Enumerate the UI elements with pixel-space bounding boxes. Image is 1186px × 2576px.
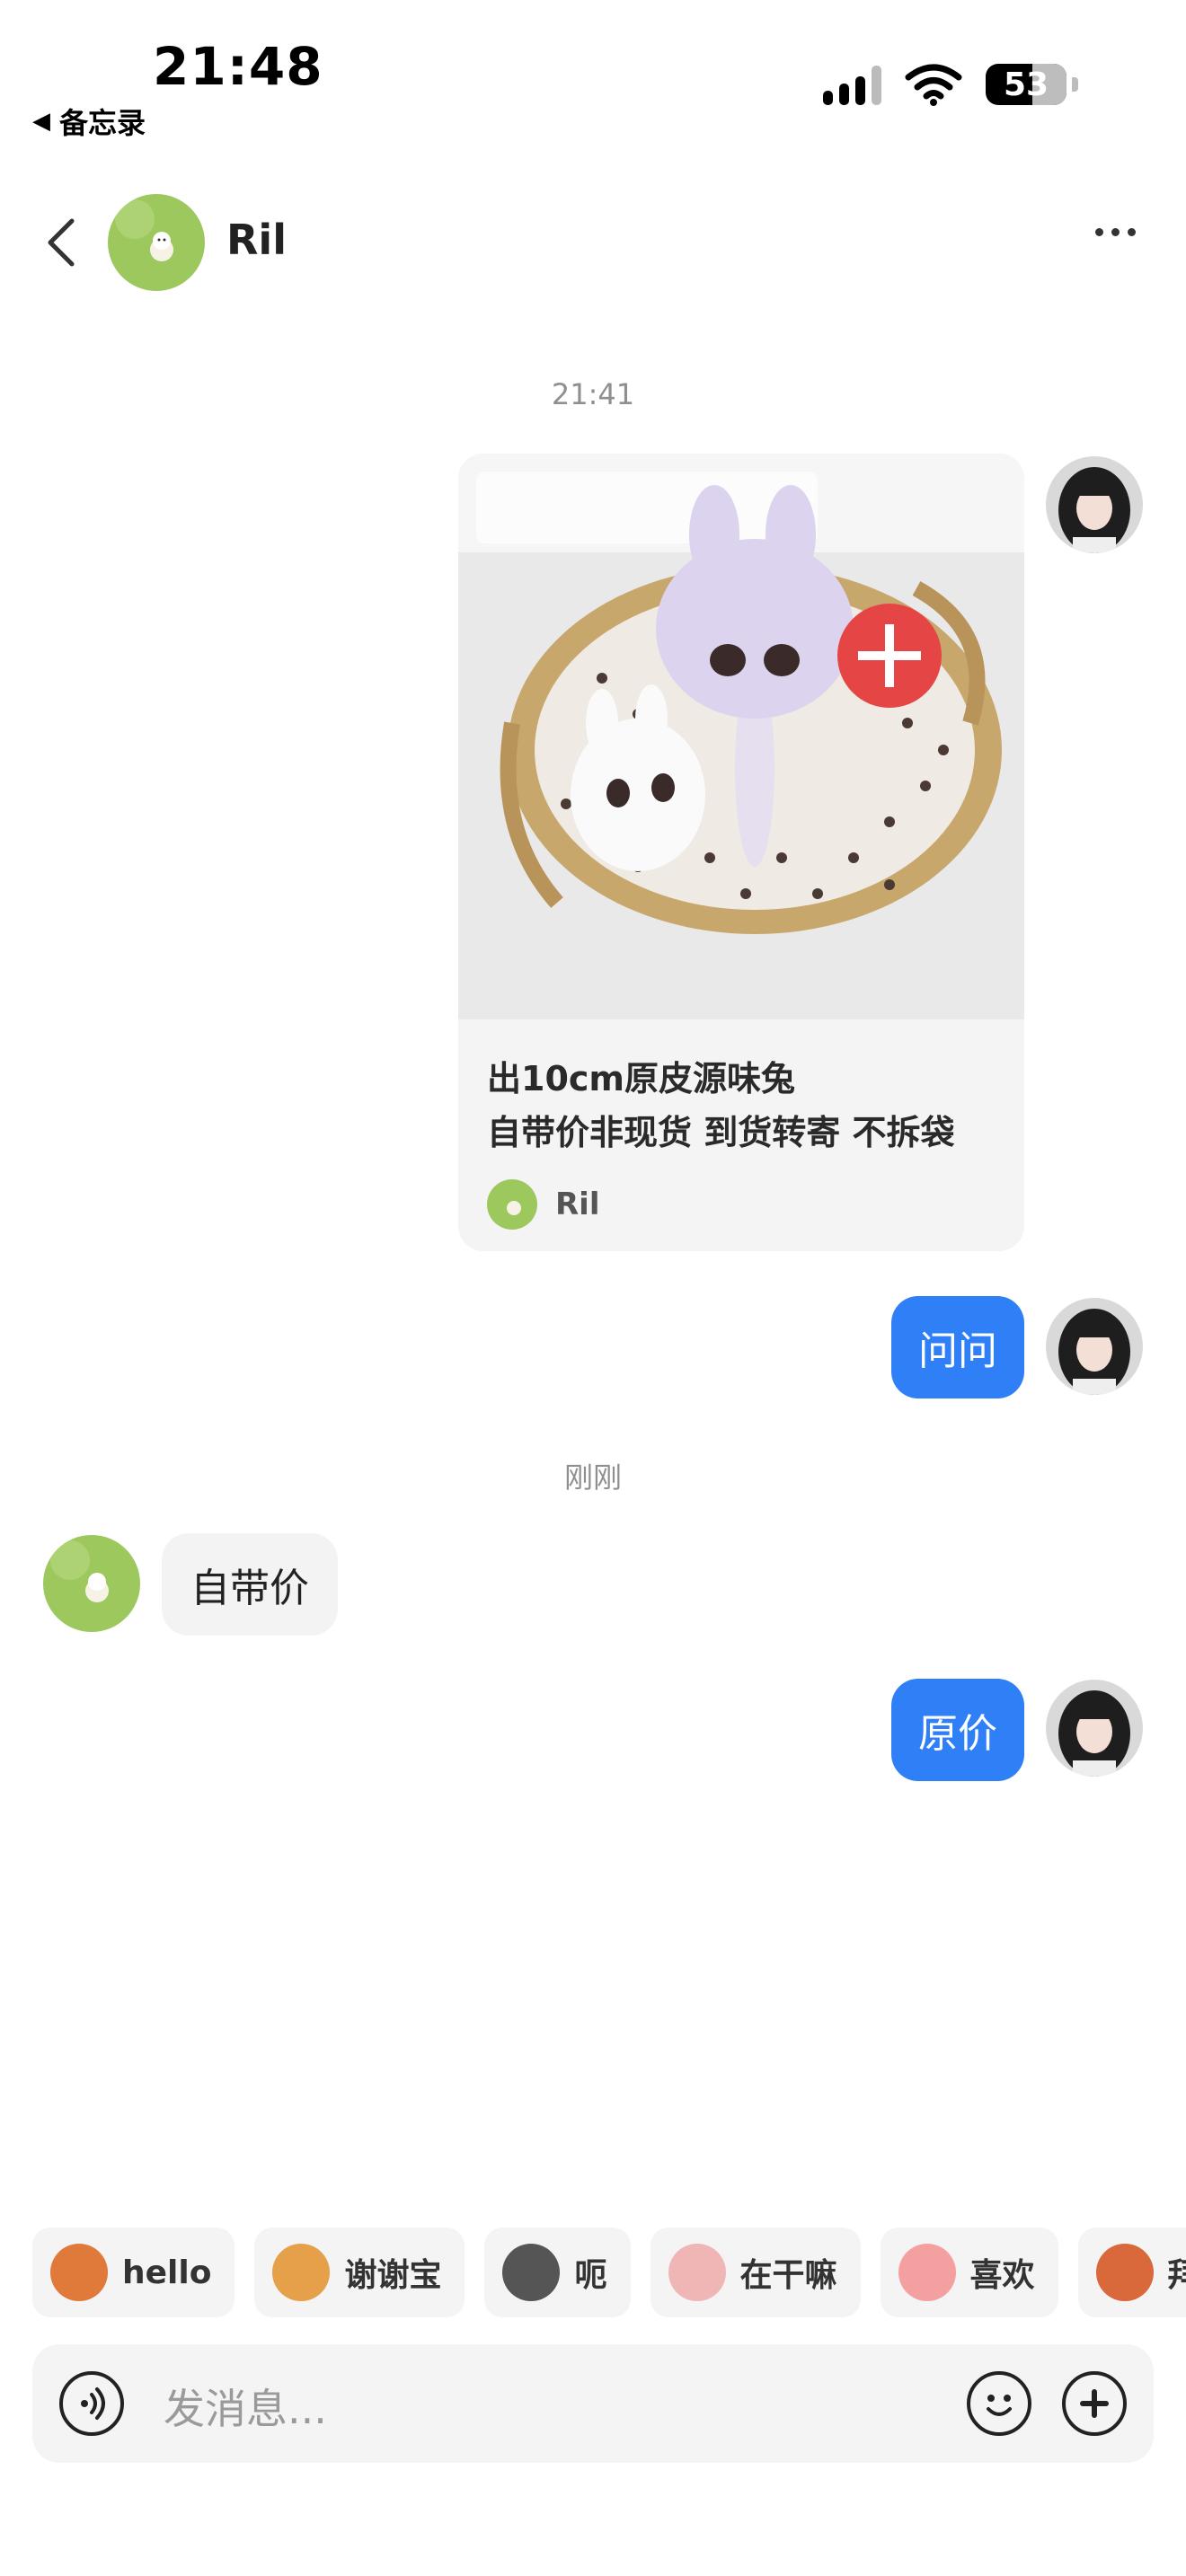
back-to-app-link[interactable]: ◀ 备忘录 <box>32 101 146 142</box>
back-app-label: 备忘录 <box>59 106 146 140</box>
quick-reply-chip[interactable]: hello <box>32 2228 235 2317</box>
chat-header: Ril <box>0 189 1186 296</box>
my-avatar[interactable] <box>1046 456 1143 553</box>
card-author-avatar <box>487 1179 537 1230</box>
message-timestamp: 21:41 <box>551 377 635 411</box>
message-timestamp: 刚刚 <box>563 1460 622 1495</box>
quick-reply-label: 呃 <box>574 2257 607 2294</box>
cat-emoji-icon <box>502 2244 561 2301</box>
peer-message-bubble[interactable]: 自带价 <box>162 1533 338 1636</box>
quick-reply-label: 在干嘛 <box>739 2257 837 2294</box>
product-card[interactable]: 出10cm原皮源味兔 自带价非现货 到货转寄 不拆袋 Ril <box>458 454 1024 1251</box>
battery-level: 53 <box>1003 66 1049 103</box>
add-attachment-icon[interactable] <box>1062 2371 1127 2436</box>
message-input-bar: 发消息... <box>32 2344 1154 2463</box>
product-image <box>458 454 1024 1019</box>
contact-name: Ril <box>226 216 287 264</box>
my-avatar[interactable] <box>1046 1298 1143 1395</box>
emoji-picker-icon[interactable] <box>967 2371 1031 2436</box>
card-author: Ril <box>487 1179 996 1230</box>
more-options-icon[interactable] <box>1095 228 1136 236</box>
wifi-icon <box>905 64 962 106</box>
quick-reply-chip[interactable]: 呃 <box>484 2228 631 2317</box>
quick-reply-chip[interactable]: 在干嘛 <box>650 2228 861 2317</box>
card-author-name: Ril <box>555 1187 600 1222</box>
message-input[interactable]: 发消息... <box>164 2377 327 2436</box>
girl-flower-emoji-icon <box>272 2244 331 2301</box>
monkey-cover-emoji-icon <box>1095 2244 1154 2301</box>
my-message-bubble[interactable]: 原价 <box>891 1679 1024 1781</box>
peek-emoji-icon <box>668 2244 726 2301</box>
card-title-line-1: 出10cm原皮源味兔 <box>487 1059 796 1098</box>
contact-avatar[interactable] <box>108 194 205 291</box>
my-avatar[interactable] <box>1046 1680 1143 1777</box>
quick-reply-label: hello <box>122 2254 212 2291</box>
back-triangle-icon: ◀ <box>32 108 50 135</box>
card-title-line-2: 自带价非现货 到货转寄 不拆袋 <box>487 1113 955 1152</box>
quick-reply-chip[interactable]: 谢谢宝 <box>254 2228 465 2317</box>
cellular-signal-icon <box>823 64 881 105</box>
chevron-left-icon <box>48 218 75 267</box>
quick-reply-chip[interactable]: 拜 <box>1077 2228 1186 2317</box>
voice-input-icon[interactable] <box>59 2371 124 2436</box>
back-button[interactable] <box>36 216 86 269</box>
quick-reply-row: hello 谢谢宝 呃 在干嘛 喜欢 拜 <box>32 2228 1186 2317</box>
quick-reply-label: 喜欢 <box>969 2257 1035 2294</box>
quick-reply-label: 谢谢宝 <box>344 2257 442 2294</box>
peer-avatar[interactable] <box>43 1535 140 1632</box>
status-time: 21:48 <box>153 36 323 97</box>
battery-icon: 53 <box>986 64 1067 105</box>
monkey-emoji-icon <box>50 2244 108 2301</box>
love-emoji-icon <box>898 2244 956 2301</box>
status-indicators: 53 <box>823 63 1078 106</box>
quick-reply-chip[interactable]: 喜欢 <box>880 2228 1058 2317</box>
my-message-bubble[interactable]: 问问 <box>891 1296 1024 1398</box>
quick-reply-label: 拜 <box>1167 2257 1186 2294</box>
